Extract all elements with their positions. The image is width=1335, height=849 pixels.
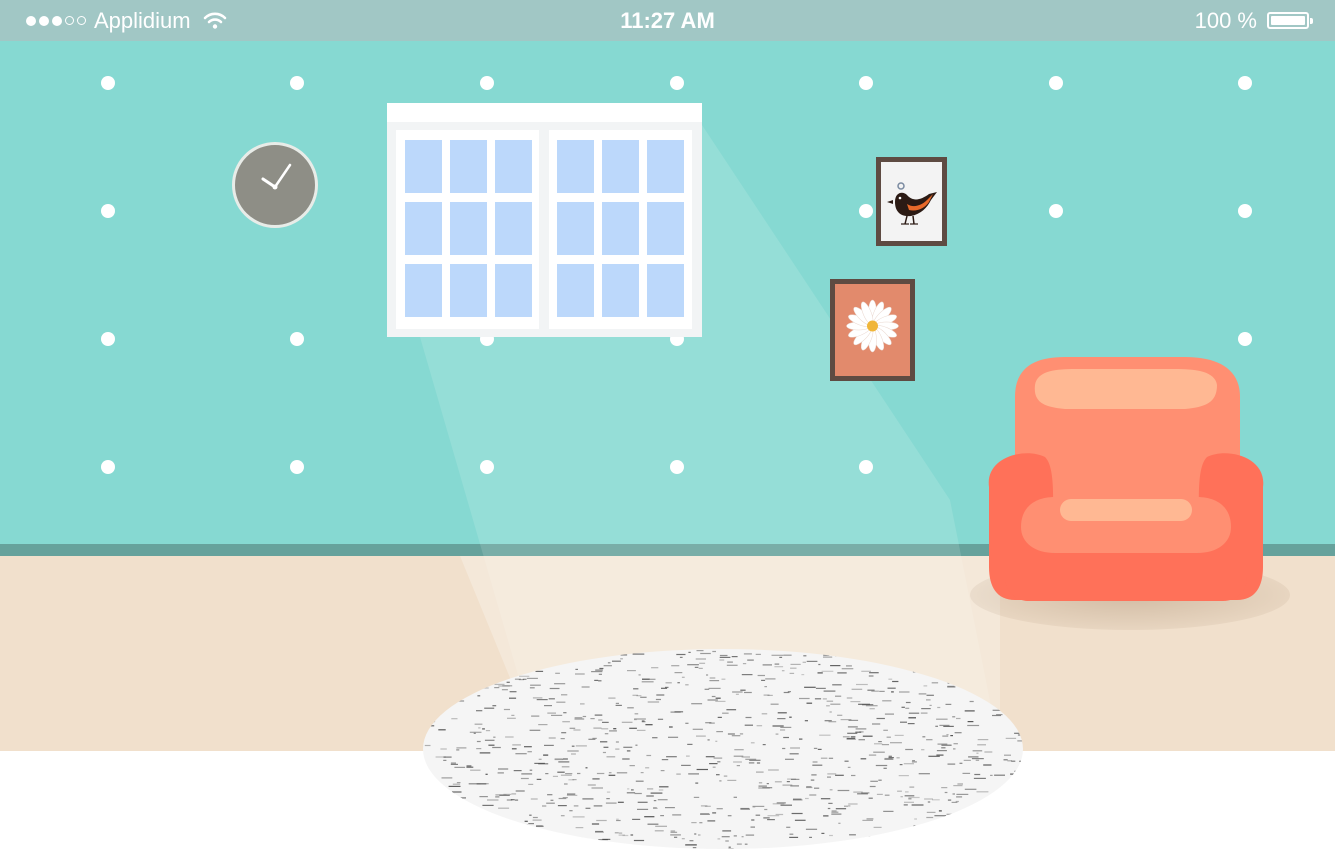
status-right: 100 % bbox=[1195, 0, 1309, 41]
wall-dot bbox=[670, 76, 684, 90]
window-sash-right bbox=[549, 130, 692, 329]
wall-dot bbox=[859, 204, 873, 218]
wall-dot bbox=[1049, 76, 1063, 90]
window-sash-left bbox=[396, 130, 539, 329]
wall-dot bbox=[101, 460, 115, 474]
wall-dot bbox=[670, 460, 684, 474]
wall-dot bbox=[859, 460, 873, 474]
wall-dot bbox=[290, 460, 304, 474]
wall-dot bbox=[101, 204, 115, 218]
daisy-icon bbox=[835, 284, 910, 376]
rug bbox=[423, 649, 1023, 849]
window bbox=[387, 103, 702, 337]
flower-picture bbox=[830, 279, 915, 381]
wall-dot bbox=[859, 76, 873, 90]
wall-dot bbox=[290, 332, 304, 346]
wall-dot bbox=[1238, 332, 1252, 346]
window-top-frame bbox=[387, 103, 702, 122]
wall-dot bbox=[480, 460, 494, 474]
status-bar: Applidium 11:27 AM 100 % bbox=[0, 0, 1335, 41]
wall-dot bbox=[1238, 204, 1252, 218]
wall-dot bbox=[290, 76, 304, 90]
wall-clock bbox=[232, 142, 318, 228]
battery-icon bbox=[1267, 12, 1309, 29]
bird-icon bbox=[881, 162, 942, 241]
wall-dot bbox=[101, 76, 115, 90]
clock-hands-icon bbox=[235, 145, 315, 225]
battery-percent: 100 % bbox=[1195, 8, 1257, 34]
bird-picture bbox=[876, 157, 947, 246]
wall-dot bbox=[101, 332, 115, 346]
rug-texture bbox=[423, 649, 1023, 849]
armchair bbox=[985, 357, 1267, 602]
wall-dot bbox=[1049, 204, 1063, 218]
wall-dot bbox=[480, 76, 494, 90]
status-time: 11:27 AM bbox=[0, 0, 1335, 41]
wall-dot bbox=[1238, 76, 1252, 90]
